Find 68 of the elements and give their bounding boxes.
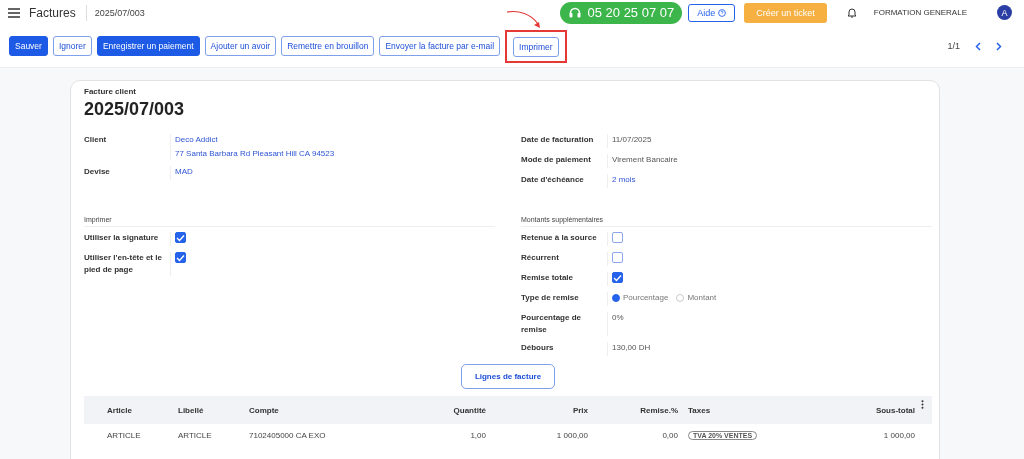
action-button[interactable]: Sauver (9, 36, 48, 56)
action-button[interactable]: Remettre en brouillon (281, 36, 375, 56)
table-cell: 1 000,00 (556, 430, 588, 440)
column-header[interactable]: Sous-total (818, 405, 915, 415)
column-header[interactable]: Remise.% (588, 405, 678, 415)
table-cell: ARTICLE (178, 430, 212, 440)
help-button[interactable]: Aide (688, 3, 736, 22)
table-cell: 0,00 (662, 430, 678, 440)
checkbox[interactable] (612, 252, 623, 263)
field-label: Débours (521, 342, 555, 354)
field-label: Date d'échéance (521, 174, 585, 186)
invoice-number: 2025/07/003 (84, 99, 186, 120)
field-label: Remise totale (521, 272, 575, 284)
action-button[interactable]: Envoyer la facture par e-mail (379, 36, 501, 56)
column-header[interactable]: Prix (486, 405, 588, 415)
menu-icon[interactable] (8, 7, 20, 18)
field-value: 11/07/2025 (612, 134, 652, 146)
question-icon (718, 8, 727, 17)
app-title[interactable]: Factures (29, 5, 76, 20)
field-label: Pourcentage de remise (521, 312, 582, 336)
checkbox[interactable] (175, 252, 186, 263)
field-label: Utiliser l'en-tête et le pied de page (84, 252, 163, 276)
field-value[interactable]: MAD (175, 166, 193, 178)
phone-number: 05 20 25 07 07 (587, 5, 675, 20)
field-label: Devise (84, 166, 111, 178)
checkbox[interactable] (612, 272, 623, 283)
field-label: Client (84, 134, 108, 146)
field-label: Date de facturation (521, 134, 595, 146)
field-label: Mode de paiement (521, 154, 592, 166)
field-value: Virement Bancaire (612, 154, 678, 166)
bell-icon[interactable] (846, 7, 857, 18)
field-label: Récurrent (521, 252, 560, 264)
field-value: 130,00 DH (612, 342, 651, 354)
action-button[interactable]: Ajouter un avoir (204, 36, 277, 56)
table-cell: 1,00 (470, 430, 486, 440)
pager-counter: 1/1 (947, 41, 960, 51)
invoice-lines-tab[interactable]: Lignes de facture (460, 364, 556, 389)
column-header[interactable]: Article (107, 405, 178, 415)
column-header[interactable]: Compte (249, 405, 399, 415)
action-button[interactable]: Imprimer (513, 36, 559, 57)
table-cell: 1 000,00 (883, 430, 915, 440)
column-header[interactable]: Quantité (399, 405, 486, 415)
field-value[interactable]: 77 Santa Barbara Rd Pleasant Hill CA 94523 (175, 148, 335, 160)
field-label: Type de remise (521, 292, 580, 304)
field-value: 0% (612, 312, 624, 324)
field-value[interactable]: Deco Addict (175, 134, 335, 146)
radio-button[interactable] (612, 294, 620, 302)
kebab-menu-icon[interactable] (921, 400, 924, 409)
field-value[interactable]: 2 mois (612, 174, 636, 186)
column-header[interactable]: Taxes (678, 405, 818, 415)
user-avatar[interactable]: A (997, 5, 1012, 20)
checkbox[interactable] (612, 232, 623, 243)
previous-icon[interactable] (975, 41, 981, 51)
checkbox[interactable] (175, 232, 186, 243)
next-icon[interactable] (996, 41, 1002, 51)
action-button[interactable]: Ignorer (52, 36, 92, 56)
field-label: Utiliser la signature (84, 232, 160, 244)
table-cell: 7102405000 CA EXO (249, 430, 326, 440)
headset-icon (567, 5, 582, 20)
field-label: Retenue à la source (521, 232, 598, 244)
radio-label[interactable]: Pourcentage (623, 292, 669, 304)
column-header[interactable]: Libellé (178, 405, 249, 415)
company-name[interactable]: FORMATION GENERALE (873, 8, 967, 17)
radio-label[interactable]: Montant (687, 292, 717, 304)
action-button[interactable]: Enregistrer un paiement (96, 36, 200, 56)
table-cell: ARTICLE (107, 430, 141, 440)
form-subtitle: Facture client (84, 87, 137, 96)
record-breadcrumb: 2025/07/003 (94, 7, 145, 18)
